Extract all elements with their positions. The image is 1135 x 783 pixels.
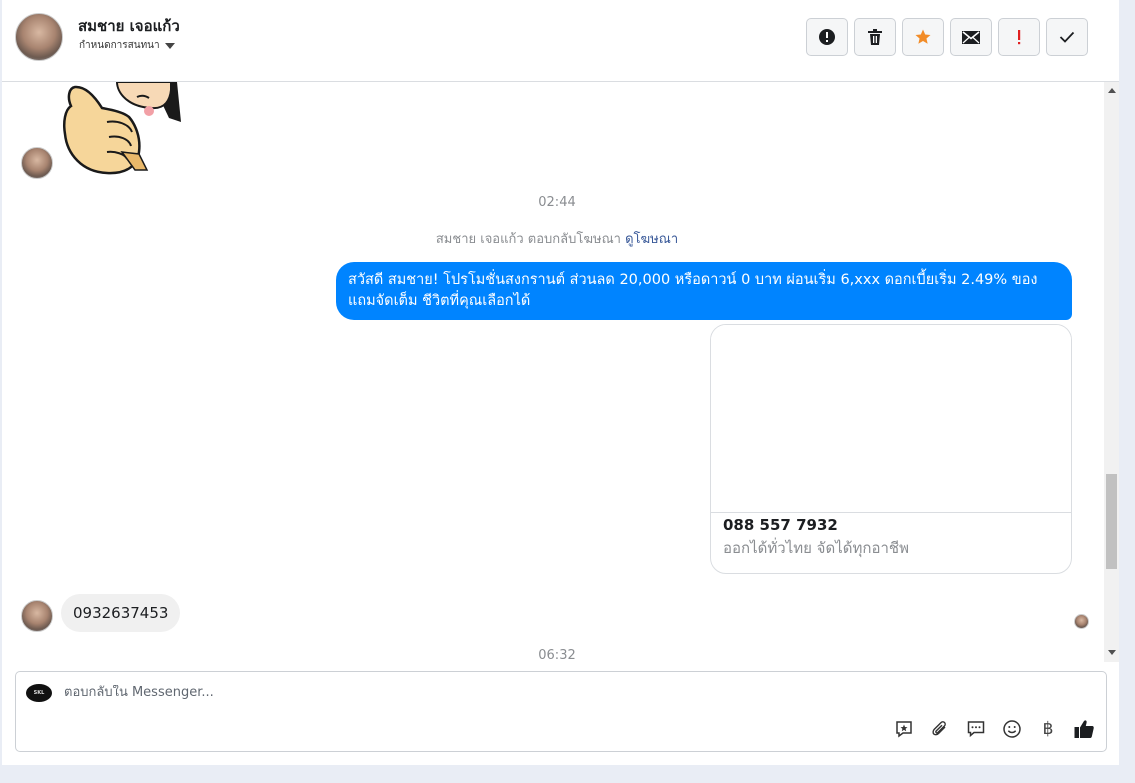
scroll-up-icon[interactable] (1108, 88, 1116, 93)
timestamp: 06:32 (538, 648, 576, 662)
chat-bubble-icon[interactable] (964, 717, 988, 741)
scroll-thumb[interactable] (1106, 474, 1117, 569)
message-list[interactable]: 02:44 สมชาย เจอแก้ว ตอบกลับโฆษณา ดูโฆษณา… (2, 82, 1102, 662)
toolbar (806, 18, 1088, 56)
thumbs-up-icon[interactable] (1072, 717, 1096, 741)
reply-composer: SKL ฿ (15, 671, 1107, 752)
scroll-down-icon[interactable] (1108, 650, 1116, 655)
envelope-icon (962, 30, 980, 44)
star-icon (915, 29, 931, 44)
ad-card-image (711, 325, 1071, 513)
ad-reply-note: สมชาย เจอแก้ว ตอบกลับโฆษณา ดูโฆษณา (2, 228, 1102, 249)
conversation-header: สมชาย เจอแก้ว กำหนดการสนทนา (2, 0, 1119, 82)
composer-toolbar: ฿ (892, 717, 1096, 741)
mark-done-button[interactable] (1046, 18, 1088, 56)
contact-avatar-small (21, 600, 53, 632)
attachment-icon[interactable] (928, 717, 952, 741)
baht-icon[interactable]: ฿ (1036, 717, 1060, 741)
timestamp: 02:44 (538, 195, 576, 210)
mark-spam-button[interactable] (806, 18, 848, 56)
inbox-panel: สมชาย เจอแก้ว กำหนดการสนทนา 02:44 สมชาย … (2, 0, 1119, 765)
check-icon (1059, 31, 1075, 43)
exclamation-icon (1018, 30, 1021, 45)
label-dropdown-text: กำหนดการสนทนา (79, 40, 160, 51)
ad-card-subtitle: ออกได้ทั่วไทย จัดได้ทุกอาชีพ (723, 539, 909, 557)
emoji-icon[interactable] (1000, 717, 1024, 741)
important-button[interactable] (998, 18, 1040, 56)
alert-circle-icon (819, 29, 835, 45)
thumbs-up-sticker (63, 82, 181, 175)
saved-reply-icon[interactable] (892, 717, 916, 741)
message-scrollbar[interactable] (1104, 82, 1119, 662)
ad-card-title: 088 557 7932 (723, 516, 838, 534)
incoming-message[interactable]: 0932637453 (61, 594, 181, 632)
trash-icon (868, 29, 882, 45)
view-ad-link[interactable]: ดูโฆษณา (625, 232, 678, 247)
label-dropdown[interactable]: กำหนดการสนทนา (79, 38, 175, 53)
page-logo: SKL (26, 684, 52, 702)
mark-unread-button[interactable] (950, 18, 992, 56)
contact-avatar-small (21, 147, 53, 179)
ad-card[interactable]: 088 557 7932 ออกได้ทั่วไทย จัดได้ทุกอาชี… (710, 324, 1072, 574)
ad-reply-text: สมชาย เจอแก้ว ตอบกลับโฆษณา (435, 232, 621, 247)
caret-down-icon (164, 42, 175, 49)
seen-indicator-avatar (1074, 614, 1089, 629)
outgoing-message[interactable]: สวัสดี สมชาย! โปรโมชั่นสงกรานต์ ส่วนลด 2… (336, 262, 1072, 320)
contact-name[interactable]: สมชาย เจอแก้ว (78, 14, 180, 38)
delete-button[interactable] (854, 18, 896, 56)
reply-input[interactable] (64, 685, 864, 700)
star-button[interactable] (902, 18, 944, 56)
contact-avatar[interactable] (15, 13, 63, 61)
